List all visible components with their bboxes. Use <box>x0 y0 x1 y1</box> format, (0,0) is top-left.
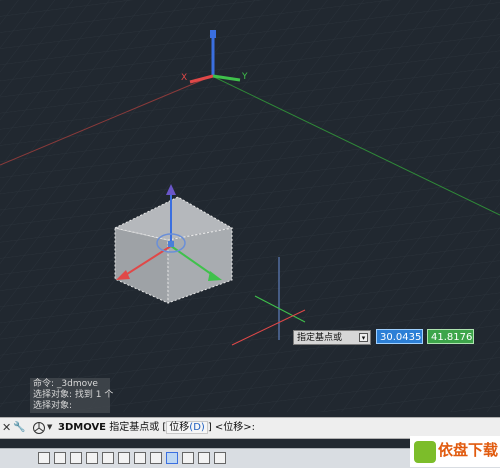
command-name: 3DMOVE <box>58 422 107 433</box>
status-button[interactable] <box>86 452 98 464</box>
command-prompt-text: 指定基点或 <box>109 422 160 433</box>
status-button[interactable] <box>102 452 114 464</box>
status-button[interactable] <box>182 452 194 464</box>
command-default: <位移>: <box>214 422 256 433</box>
status-button[interactable] <box>70 452 82 464</box>
grid <box>0 0 500 412</box>
logo-icon <box>414 441 436 463</box>
watermark-logo: 依盘下载 <box>410 436 500 467</box>
option-close-bracket: ] <box>207 422 212 433</box>
option-displacement-label: 位移 <box>169 422 190 433</box>
status-button[interactable] <box>118 452 130 464</box>
history-line: 命令: _3dmove <box>33 379 98 389</box>
dynamic-input-prompt: 指定基点或 ▾ <box>293 330 371 345</box>
history-line: 选择对象: 找到 1 个 <box>33 390 114 400</box>
option-displacement[interactable]: 位移(D) <box>166 421 208 434</box>
drawing-viewport[interactable]: X Y <box>0 0 500 412</box>
chevron-down-icon[interactable]: ▼ <box>47 423 52 431</box>
history-line: 选择对象: <box>33 401 73 411</box>
dynamic-input-x-field[interactable]: 30.0435 <box>376 329 423 344</box>
ucs-x-label: X <box>181 73 187 83</box>
dynamic-input-y-field[interactable]: 41.8176 <box>427 329 474 344</box>
status-button[interactable] <box>214 452 226 464</box>
command-history: 命令: _3dmove 选择对象: 找到 1 个 选择对象: <box>30 378 114 413</box>
logo-text: 依盘下载 <box>438 441 499 459</box>
status-button[interactable] <box>38 452 50 464</box>
status-button[interactable] <box>54 452 66 464</box>
dynamic-input-prompt-text: 指定基点或 <box>297 333 343 343</box>
gizmo-center[interactable] <box>168 241 174 247</box>
status-button[interactable] <box>150 452 162 464</box>
status-button[interactable] <box>134 452 146 464</box>
command-prompt[interactable]: 3DMOVE 指定基点或 [位移(D)] <位移>: <box>58 421 255 435</box>
3dmove-icon[interactable] <box>32 421 46 435</box>
status-button-active[interactable] <box>166 452 178 464</box>
wrench-icon[interactable]: 🔧 <box>13 422 25 433</box>
ucs-y-label: Y <box>241 72 248 82</box>
close-icon[interactable]: ✕ <box>2 422 12 434</box>
ucs-z-axis-tip <box>210 30 216 38</box>
option-displacement-key: (D) <box>189 422 205 433</box>
dynamic-input-options-icon[interactable]: ▾ <box>359 333 368 342</box>
status-button[interactable] <box>198 452 210 464</box>
drawing-canvas[interactable]: X Y <box>0 0 500 412</box>
